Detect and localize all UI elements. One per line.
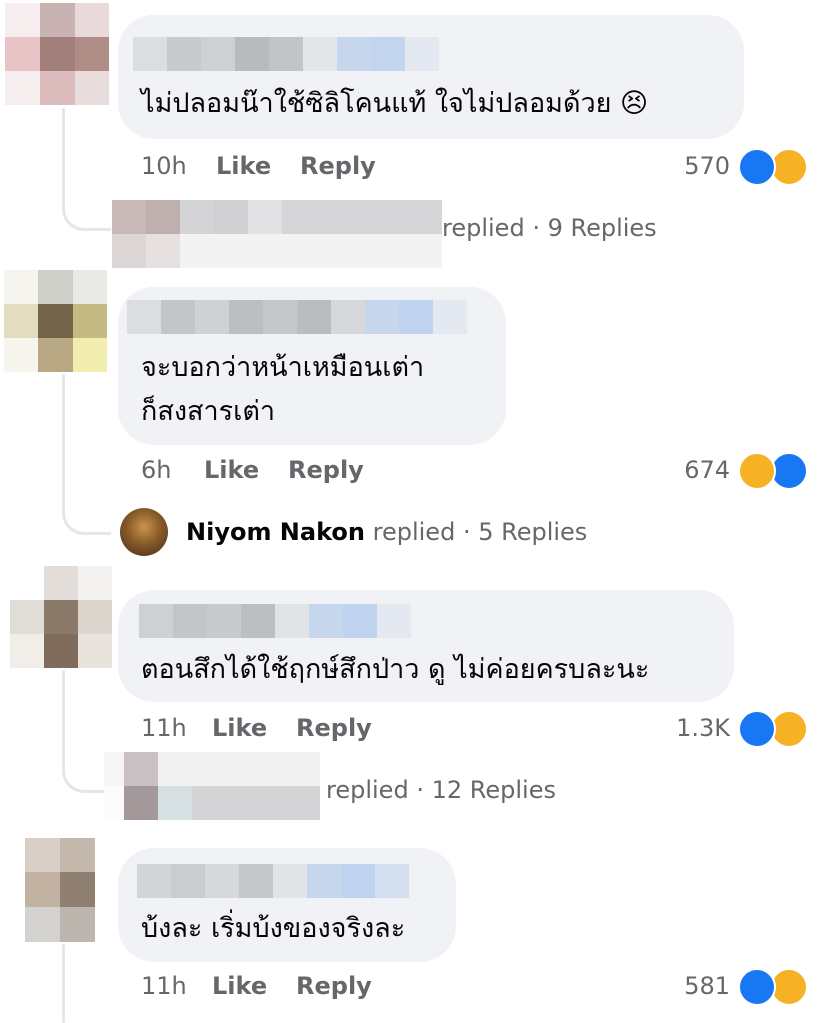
thread-connector: [62, 494, 111, 535]
comment-text: ไม่ปลอมน๊าใช้ซิลิโคนแท้ ใจไม่ปลอมด้วย 😣: [141, 88, 649, 119]
comment-time[interactable]: 11h: [141, 972, 187, 1000]
reply-preview-blurred[interactable]: [104, 752, 320, 820]
like-button[interactable]: Like: [216, 152, 271, 180]
avatar[interactable]: [10, 566, 112, 668]
author-name-blurred[interactable]: [127, 300, 467, 334]
reply-button[interactable]: Reply: [296, 714, 372, 742]
comment-text: บ้งละ เริ่มบ้งของจริงละ: [141, 913, 406, 944]
reaction-count[interactable]: 570: [640, 152, 730, 180]
replies-action: replied: [442, 214, 525, 242]
replies-summary[interactable]: replied · 12 Replies: [326, 776, 556, 804]
avatar[interactable]: [5, 3, 109, 105]
reply-button[interactable]: Reply: [288, 456, 364, 484]
replies-summary[interactable]: replied · 9 Replies: [442, 214, 657, 242]
replies-count: · 12 Replies: [416, 776, 556, 804]
reaction-count[interactable]: 674: [640, 456, 730, 484]
thread-line: [62, 108, 65, 202]
replies-action: replied: [372, 518, 456, 546]
comment-text: ตอนสึกได้ใช้ฤกษ์สึกป่าว ดู ไม่ค่อยครบละน…: [141, 654, 650, 685]
thread-line: [62, 374, 65, 506]
like-button[interactable]: Like: [212, 972, 267, 1000]
reply-preview-blurred[interactable]: [112, 200, 442, 268]
avatar[interactable]: [25, 838, 95, 942]
replies-action: replied: [326, 776, 409, 804]
thread-line: [62, 944, 65, 1023]
reply-author-avatar[interactable]: [120, 508, 168, 556]
replies-count: · 5 Replies: [462, 518, 588, 546]
avatar[interactable]: [4, 270, 107, 372]
author-name-blurred[interactable]: [133, 37, 439, 71]
replies-summary[interactable]: Niyom Nakon replied · 5 Replies: [186, 518, 587, 546]
comment-time[interactable]: 11h: [141, 714, 187, 742]
like-button[interactable]: Like: [212, 714, 267, 742]
comment-time[interactable]: 6h: [141, 456, 171, 484]
reply-button[interactable]: Reply: [300, 152, 376, 180]
reaction-count[interactable]: 581: [640, 972, 730, 1000]
reply-author-name[interactable]: Niyom Nakon: [186, 518, 365, 546]
comment-text-line-2: ก็สงสารเต่า: [141, 396, 276, 427]
haha-icon: [738, 452, 776, 490]
reaction-count[interactable]: 1.3K: [640, 714, 730, 742]
comment-time[interactable]: 10h: [141, 152, 187, 180]
reply-button[interactable]: Reply: [296, 972, 372, 1000]
replies-count: · 9 Replies: [532, 214, 657, 242]
thread-connector: [62, 752, 105, 793]
comment-text-line-1: จะบอกว่าหน้าเหมือนเต่า: [141, 352, 425, 383]
author-name-blurred[interactable]: [137, 864, 409, 898]
like-icon: [738, 968, 776, 1006]
like-icon: [738, 710, 776, 748]
thread-connector: [62, 190, 111, 231]
like-icon: [738, 148, 776, 186]
like-button[interactable]: Like: [204, 456, 259, 484]
author-name-blurred[interactable]: [139, 604, 411, 638]
